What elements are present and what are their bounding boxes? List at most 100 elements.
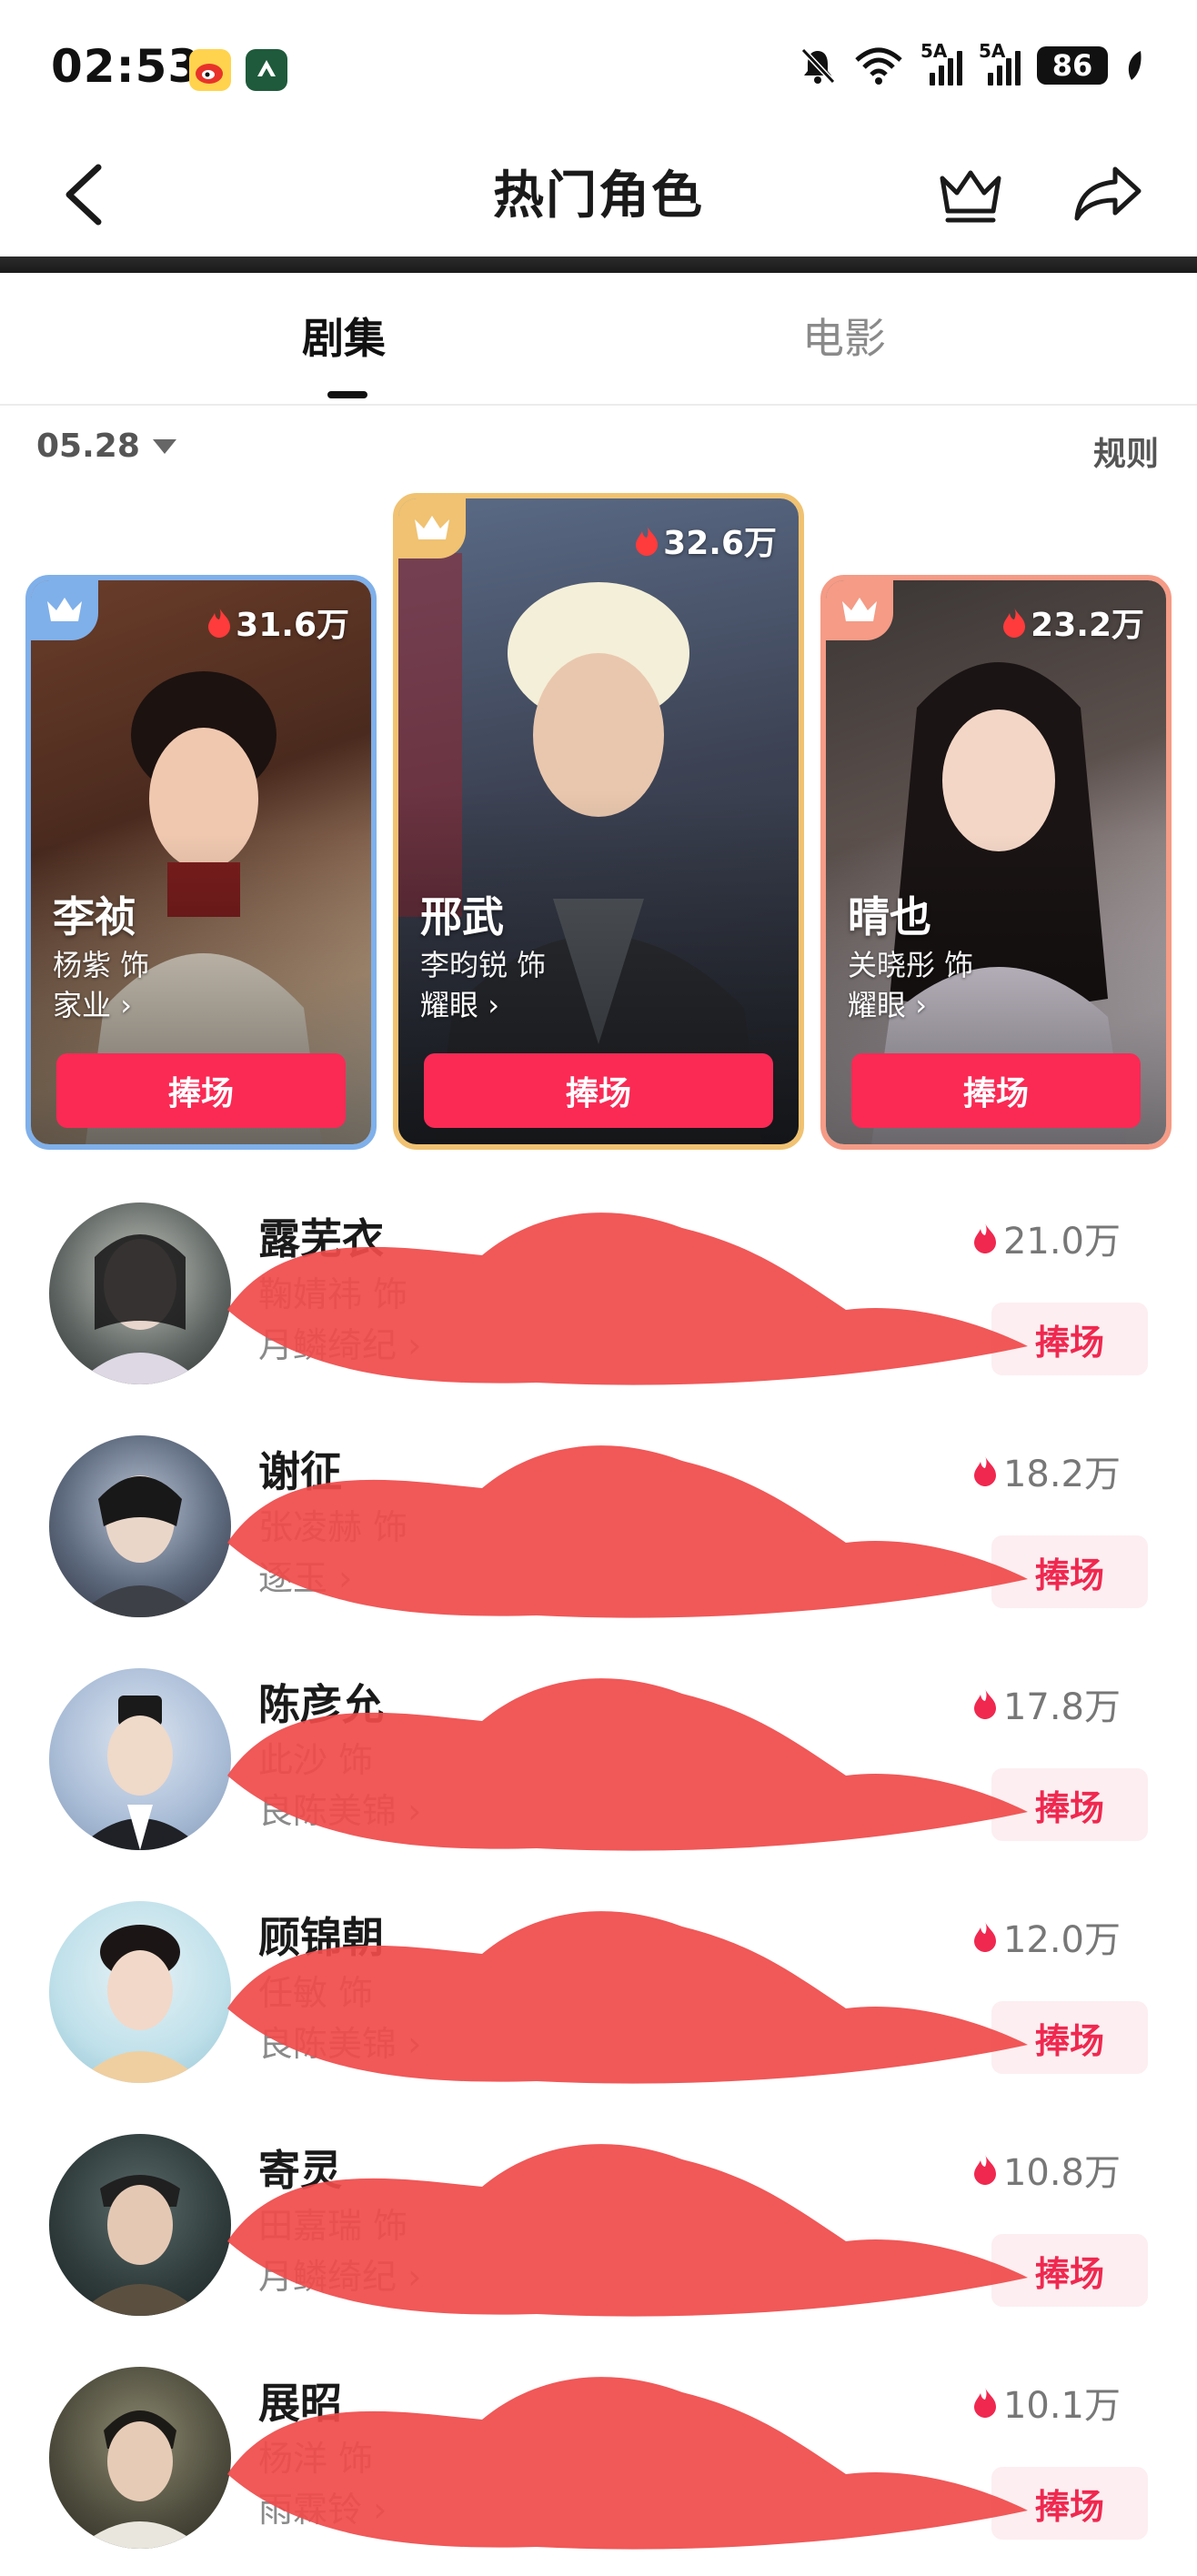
heat-score: 21.0万 xyxy=(972,1212,1121,1264)
show-link[interactable]: 雨霖铃 › xyxy=(258,2481,387,2531)
status-indicators: 5A 5A 86 xyxy=(799,40,1144,86)
heat-score: 23.2万 xyxy=(1001,599,1144,646)
top-navigation-bar: 热门角色 xyxy=(0,136,1197,255)
heat-score: 10.1万 xyxy=(972,2376,1121,2429)
crown-icon xyxy=(47,598,82,621)
flame-icon xyxy=(973,1456,996,1486)
actor-credit: 田嘉瑞 饰 xyxy=(258,2206,408,2246)
page-title: 热门角色 xyxy=(493,166,704,226)
show-link[interactable]: 月鳞绮纪 › xyxy=(258,2249,421,2299)
cheer-button[interactable]: 捧场 xyxy=(56,1053,346,1128)
show-link[interactable]: 良陈美锦 › xyxy=(258,2016,421,2066)
show-link[interactable]: 家业 › xyxy=(53,982,132,1024)
mute-bell-icon xyxy=(800,47,836,85)
flame-icon xyxy=(973,2388,996,2418)
cheer-button[interactable]: 捧场 xyxy=(851,1053,1141,1128)
character-name: 陈彦允 xyxy=(258,1680,384,1729)
character-name: 露芜衣 xyxy=(258,1214,384,1263)
list-item[interactable]: 展昭 杨洋 饰 雨霖铃 › 10.1万 捧场 xyxy=(0,2340,1197,2572)
status-bar: 02:53 5A 5A 86 xyxy=(0,0,1197,136)
share-arrow-icon xyxy=(1074,166,1142,221)
rank-badge xyxy=(31,580,98,640)
status-time: 02:53 xyxy=(51,40,201,93)
heat-value: 31.6万 xyxy=(236,607,349,644)
flame-icon xyxy=(973,1922,996,1952)
cheer-button[interactable]: 捧场 xyxy=(424,1053,773,1128)
tab-series[interactable]: 剧集 xyxy=(302,306,386,366)
heat-score: 10.8万 xyxy=(972,2143,1121,2196)
rules-link[interactable]: 规则 xyxy=(1093,428,1159,475)
actor-credit: 张凌赫 饰 xyxy=(258,1507,408,1547)
actor-credit: 任敏 饰 xyxy=(258,1973,374,2013)
avatar xyxy=(49,1202,231,1384)
date-selector[interactable]: 05.28 xyxy=(36,428,176,465)
cheer-button[interactable]: 捧场 xyxy=(991,1768,1148,1841)
heat-score: 12.0万 xyxy=(972,1910,1121,1963)
battery-indicator: 86 xyxy=(1037,46,1108,85)
heat-score: 17.8万 xyxy=(972,1677,1121,1730)
show-link[interactable]: 良陈美锦 › xyxy=(258,1783,421,1833)
avatar xyxy=(49,1435,231,1617)
rank-badge xyxy=(398,498,466,558)
wifi-icon xyxy=(855,47,902,85)
share-button[interactable] xyxy=(1071,162,1144,226)
avatar xyxy=(49,2367,231,2549)
podium-card-rank-3[interactable]: 23.2万 晴也 关晓彤 饰 耀眼 › 捧场 xyxy=(820,575,1172,1150)
leaderboard-crown-button[interactable] xyxy=(937,160,1004,227)
app-notification-icon xyxy=(246,49,287,91)
caret-down-icon xyxy=(152,438,176,454)
cheer-button[interactable]: 捧场 xyxy=(991,1303,1148,1375)
header-divider-strip xyxy=(0,257,1197,273)
cheer-button[interactable]: 捧场 xyxy=(991,2001,1148,2074)
character-name: 李祯 xyxy=(53,892,136,941)
flame-icon xyxy=(1003,608,1026,638)
show-link[interactable]: 耀眼 › xyxy=(420,982,499,1024)
actor-credit: 关晓彤 饰 xyxy=(848,948,974,982)
crown-icon xyxy=(940,170,1001,223)
actor-credit: 鞠婧祎 饰 xyxy=(258,1274,408,1314)
show-link[interactable]: 月鳞绮纪 › xyxy=(258,1317,421,1367)
date-row: 05.28 规则 xyxy=(0,417,1197,480)
flame-icon xyxy=(208,608,231,638)
character-name: 晴也 xyxy=(848,892,931,941)
signal-label: 5A xyxy=(920,40,948,62)
list-item[interactable]: 露芜衣 鞠婧祎 饰 月鳞绮纪 › 21.0万 捧场 xyxy=(0,1175,1197,1408)
show-link[interactable]: 耀眼 › xyxy=(848,982,927,1024)
active-tab-indicator xyxy=(327,391,367,398)
heat-score: 31.6万 xyxy=(206,599,349,646)
heat-score: 32.6万 xyxy=(634,517,777,564)
flame-icon xyxy=(973,2155,996,2185)
crown-icon xyxy=(415,516,449,539)
podium-card-rank-2[interactable]: 31.6万 李祯 杨紫 饰 家业 › 捧场 xyxy=(25,575,377,1150)
heat-value: 23.2万 xyxy=(1031,607,1144,644)
actor-credit: 杨洋 饰 xyxy=(258,2439,374,2479)
crown-icon xyxy=(842,598,877,621)
tab-movies[interactable]: 电影 xyxy=(802,306,886,366)
avatar xyxy=(49,1901,231,2083)
actor-credit: 此沙 饰 xyxy=(258,1740,374,1780)
avatar xyxy=(49,2134,231,2316)
avatar xyxy=(49,1668,231,1850)
podium-card-rank-1[interactable]: 32.6万 邢武 李昀锐 饰 耀眼 › 捧场 xyxy=(393,493,804,1150)
date-value: 05.28 xyxy=(36,428,140,465)
actor-credit: 李昀锐 饰 xyxy=(420,948,547,982)
list-item[interactable]: 寄灵 田嘉瑞 饰 月鳞绮纪 › 10.8万 捧场 xyxy=(0,2107,1197,2340)
actor-credit: 杨紫 饰 xyxy=(53,948,150,982)
list-item[interactable]: 谢征 张凌赫 饰 逐玉 › 18.2万 捧场 xyxy=(0,1408,1197,1641)
character-name: 寄灵 xyxy=(258,2146,342,2195)
signal-label-2: 5A xyxy=(979,40,1006,62)
cheer-button[interactable]: 捧场 xyxy=(991,1535,1148,1608)
flame-icon xyxy=(973,1223,996,1253)
list-item[interactable]: 陈彦允 此沙 饰 良陈美锦 › 17.8万 捧场 xyxy=(0,1641,1197,1874)
rank-badge xyxy=(826,580,893,640)
character-name: 展昭 xyxy=(258,2379,342,2428)
weibo-app-icon xyxy=(189,49,231,91)
character-name: 邢武 xyxy=(420,892,504,941)
cheer-button[interactable]: 捧场 xyxy=(991,2467,1148,2540)
heat-value: 32.6万 xyxy=(663,525,777,562)
signal-icon: 5A xyxy=(920,40,962,86)
list-item[interactable]: 顾锦朝 任敏 饰 良陈美锦 › 12.0万 捧场 xyxy=(0,1874,1197,2107)
charging-leaf-icon xyxy=(1128,51,1142,80)
cheer-button[interactable]: 捧场 xyxy=(991,2234,1148,2307)
show-link[interactable]: 逐玉 › xyxy=(258,1550,352,1600)
